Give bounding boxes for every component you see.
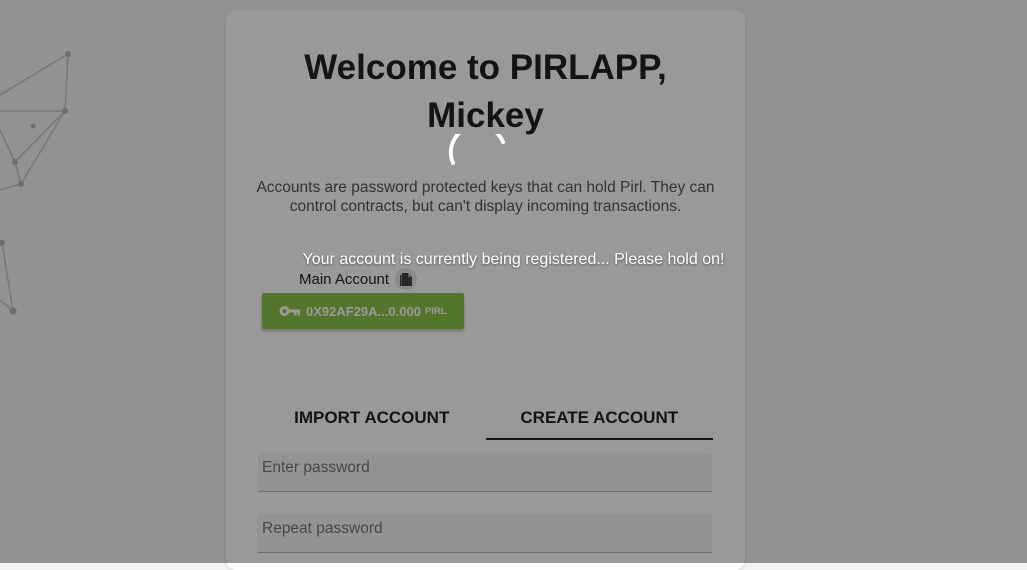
loading-spinner-icon <box>448 134 505 165</box>
loading-overlay: Your account is currently being register… <box>0 0 1027 563</box>
loading-message: Your account is currently being register… <box>302 251 725 268</box>
